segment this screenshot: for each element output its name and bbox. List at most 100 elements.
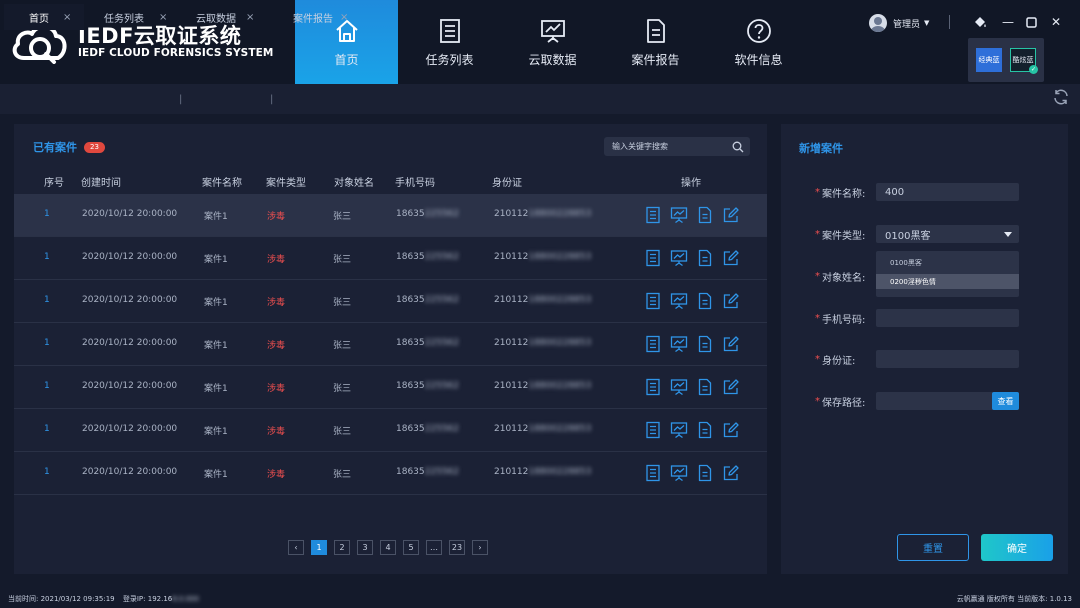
close-icon[interactable]: × [159,12,167,23]
paint-bucket-icon[interactable] [972,14,988,30]
save-path-field[interactable]: 查看 [876,392,1019,410]
document-icon[interactable] [696,335,714,353]
case-name-field[interactable] [876,183,1019,201]
case-type-dropdown: 0100黑客 0200淫秽色情 [876,251,1019,297]
page-button[interactable]: 5 [403,540,419,555]
id-card-field[interactable] [876,350,1019,368]
page-button[interactable]: 1 [311,540,327,555]
case-name-input[interactable] [885,186,1019,198]
list-icon[interactable] [644,378,662,396]
edit-icon[interactable] [722,464,740,482]
list-icon [439,18,460,43]
edit-icon[interactable] [722,206,740,224]
page-button[interactable]: 2 [334,540,350,555]
list-icon[interactable] [644,421,662,439]
row-id-card: 21011218800228853 [494,381,592,391]
close-icon[interactable]: ✕ [1048,14,1064,30]
row-index: 1 [44,381,50,391]
document-icon[interactable] [696,249,714,267]
minimize-icon[interactable]: — [1000,14,1016,30]
table-row[interactable]: 1 2020/10/12 20:00:00 案件1 涉毒 张三 18635225… [14,323,767,366]
document-icon[interactable] [696,292,714,310]
list-icon[interactable] [644,206,662,224]
required-mark: * [815,228,820,240]
nav-software-info[interactable]: 软件信息 [707,0,810,84]
prev-page-button[interactable]: ‹ [288,540,304,555]
list-icon[interactable] [644,249,662,267]
row-case-type: 涉毒 [267,255,286,265]
list-icon[interactable] [644,464,662,482]
page-ellipsis[interactable]: … [426,540,442,555]
list-icon[interactable] [644,292,662,310]
chart-board-icon[interactable] [670,378,688,396]
phone-field[interactable] [876,309,1019,327]
close-icon[interactable]: × [63,12,71,23]
theme-classic-button[interactable]: 经典蓝 [976,48,1002,72]
table-row[interactable]: 1 2020/10/12 20:00:00 案件1 涉毒 张三 18635225… [14,280,767,323]
close-icon[interactable]: × [246,12,254,23]
next-page-button[interactable]: › [472,540,488,555]
case-type-select[interactable]: 0100黑客 [876,225,1019,243]
document-icon[interactable] [696,378,714,396]
table-row[interactable]: 1 2020/10/12 20:00:00 案件1 涉毒 张三 18635225… [14,194,767,237]
theme-dark-button[interactable]: 酷炫蓝 ✓ [1010,48,1038,74]
table-row[interactable]: 1 2020/10/12 20:00:00 案件1 涉毒 张三 18635225… [14,452,767,495]
edit-icon[interactable] [722,249,740,267]
browse-button[interactable]: 查看 [992,392,1019,410]
page-button[interactable]: 23 [449,540,465,555]
tab-cloud-data[interactable]: 云取数据 × [196,4,254,30]
nav-cloud-data[interactable]: 云取数据 [501,0,604,84]
search-input[interactable] [612,142,724,151]
row-index: 1 [44,252,50,262]
document-icon[interactable] [696,206,714,224]
refresh-icon[interactable] [1052,88,1070,106]
chart-board-icon[interactable] [670,292,688,310]
document-icon[interactable] [696,464,714,482]
chart-board-icon[interactable] [670,335,688,353]
tab-task-list[interactable]: 任务列表 × [104,4,167,30]
search-box[interactable] [604,137,750,156]
list-icon[interactable] [644,335,662,353]
confirm-button[interactable]: 确定 [981,534,1053,561]
new-case-panel: 新增案件 * 案件名称: * 案件类型: 0100黑客 0100黑客 0200淫… [781,124,1068,574]
row-created-time: 2020/10/12 20:00:00 [82,424,178,434]
dropdown-option[interactable]: 0100黑客 [876,255,1019,270]
close-icon[interactable]: × [340,12,348,23]
page-button[interactable]: 3 [357,540,373,555]
chart-board-icon[interactable] [670,421,688,439]
phone-input[interactable] [885,312,1019,324]
chart-board-icon[interactable] [670,206,688,224]
table-row[interactable]: 1 2020/10/12 20:00:00 案件1 涉毒 张三 18635225… [14,366,767,409]
tab-case-report[interactable]: 案件报告 × [293,4,348,30]
row-case-name: 案件1 [204,384,228,394]
id-card-input[interactable] [885,353,1019,365]
status-bar: 当前时间: 2021/03/12 09:35:19 登录IP: 192.168.… [0,590,1080,608]
user-menu[interactable]: 管理员 ▼ [869,14,929,32]
row-created-time: 2020/10/12 20:00:00 [82,338,178,348]
page-button[interactable]: 4 [380,540,396,555]
nav-task-list[interactable]: 任务列表 [398,0,501,84]
table-row[interactable]: 1 2020/10/12 20:00:00 案件1 涉毒 张三 18635225… [14,237,767,280]
dropdown-option[interactable]: 0200淫秽色情 [876,274,1019,289]
required-mark: * [815,312,820,324]
edit-icon[interactable] [722,421,740,439]
search-icon[interactable] [732,141,744,153]
case-list-panel: 已有案件 23 序号 创建时间 案件名称 案件类型 对象姓名 手机号码 身份证 … [14,124,767,574]
chart-board-icon[interactable] [670,464,688,482]
edit-icon[interactable] [722,378,740,396]
field-label: 案件名称: [822,188,866,200]
tab-home[interactable]: 首页 × [4,4,84,30]
chart-board-icon[interactable] [670,249,688,267]
tab-label: 案件报告 [293,13,333,25]
ip-value: 192.168.0.000 [147,595,199,603]
document-icon[interactable] [696,421,714,439]
maximize-icon[interactable] [1023,14,1039,30]
edit-icon[interactable] [722,335,740,353]
column-header: 对象姓名 [334,178,374,189]
table-row[interactable]: 1 2020/10/12 20:00:00 案件1 涉毒 张三 18635225… [14,409,767,452]
tab-separator: | [270,94,274,105]
reset-button[interactable]: 重置 [897,534,969,561]
edit-icon[interactable] [722,292,740,310]
nav-case-report[interactable]: 案件报告 [604,0,707,84]
save-path-input[interactable] [885,395,985,407]
